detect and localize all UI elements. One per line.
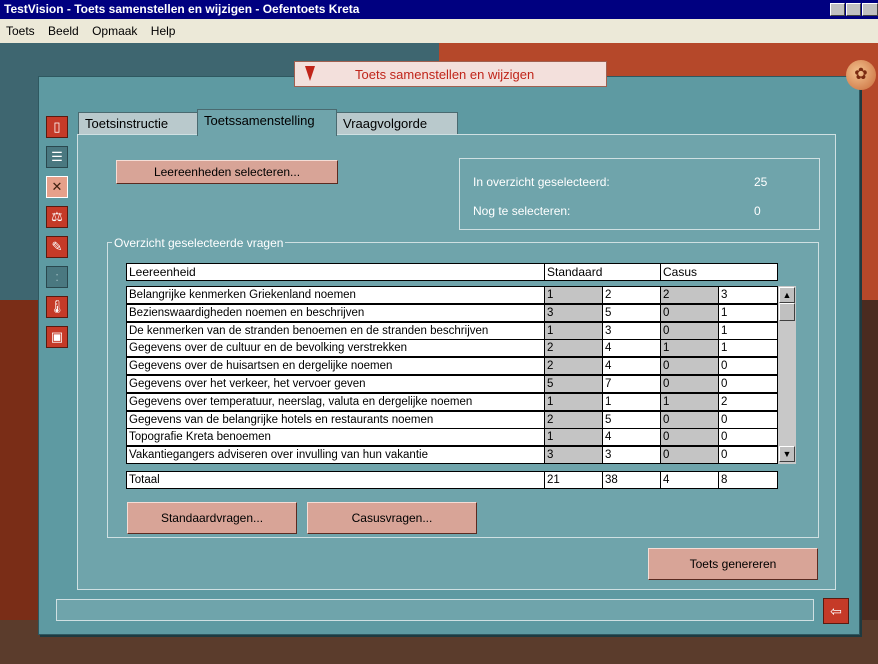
total-value: 21: [544, 471, 603, 489]
menu-beeld[interactable]: Beeld: [48, 24, 79, 38]
document-icon[interactable]: ▯: [46, 116, 68, 138]
row-count[interactable]: 3: [602, 446, 661, 465]
case-questions-button[interactable]: Casusvragen...: [307, 502, 477, 534]
menu-help[interactable]: Help: [151, 24, 176, 38]
row-count[interactable]: 3: [544, 303, 603, 322]
row-count[interactable]: 1: [718, 339, 778, 358]
banner: Toets samenstellen en wijzigen: [294, 61, 607, 87]
row-count[interactable]: 0: [718, 357, 778, 376]
header-casus: Casus: [660, 263, 778, 281]
row-leereenheid: Gegevens van de belangrijke hotels en re…: [126, 410, 545, 429]
row-count[interactable]: 2: [544, 357, 603, 376]
row-leereenheid: Belangrijke kenmerken Griekenland noemen: [126, 286, 545, 304]
row-count[interactable]: 1: [660, 339, 719, 358]
minimize-button[interactable]: [830, 3, 845, 16]
row-leereenheid: De kenmerken van de stranden benoemen en…: [126, 321, 545, 340]
scroll-up-icon[interactable]: ▲: [779, 287, 795, 303]
row-count[interactable]: 0: [660, 375, 719, 393]
total-value: 4: [660, 471, 719, 489]
row-count[interactable]: 3: [544, 446, 603, 465]
row-count[interactable]: 2: [544, 339, 603, 358]
row-leereenheid: Gegevens over de huisartsen en dergelijk…: [126, 357, 545, 376]
scale-icon[interactable]: ⚖: [46, 206, 68, 228]
row-count[interactable]: 0: [718, 428, 778, 447]
banner-title: Toets samenstellen en wijzigen: [355, 67, 535, 82]
row-count[interactable]: 0: [718, 375, 778, 393]
row-count[interactable]: 7: [602, 375, 661, 393]
row-count[interactable]: 2: [544, 410, 603, 429]
generate-test-button[interactable]: Toets genereren: [648, 548, 818, 580]
header-leereenheid: Leereenheid: [126, 263, 545, 281]
row-count[interactable]: 1: [544, 321, 603, 340]
row-count[interactable]: 5: [602, 410, 661, 429]
window-title: TestVision - Toets samenstellen en wijzi…: [4, 2, 360, 16]
row-count[interactable]: 1: [718, 303, 778, 322]
selection-info: In overzicht geselecteerd: 25 Nog te sel…: [459, 158, 820, 230]
row-leereenheid: Topografie Kreta benoemen: [126, 428, 545, 447]
overview-legend: Overzicht geselecteerde vragen: [112, 236, 286, 250]
row-leereenheid: Vakantiegangers adviseren over invulling…: [126, 446, 545, 465]
row-count[interactable]: 4: [602, 357, 661, 376]
header-standaard: Standaard: [544, 263, 661, 281]
row-count[interactable]: 0: [660, 410, 719, 429]
exit-icon[interactable]: ⇦: [823, 598, 849, 624]
row-count[interactable]: 2: [602, 286, 661, 304]
row-leereenheid: Gegevens over temperatuur, neerslag, val…: [126, 392, 545, 411]
menu-opmaak[interactable]: Opmaak: [92, 24, 137, 38]
maximize-button[interactable]: [846, 3, 861, 16]
close-button[interactable]: [862, 3, 878, 16]
row-count[interactable]: 2: [718, 392, 778, 411]
selected-value: 25: [754, 175, 768, 189]
row-leereenheid: Gegevens over het verkeer, het vervoer g…: [126, 375, 545, 393]
row-count[interactable]: 0: [718, 446, 778, 465]
row-count[interactable]: 5: [544, 375, 603, 393]
arrow-down-icon: [305, 66, 315, 81]
row-count[interactable]: 0: [660, 357, 719, 376]
logo-icon: ✿: [846, 60, 876, 90]
row-leereenheid: Gegevens over de cultuur en de bevolking…: [126, 339, 545, 358]
row-count[interactable]: 1: [544, 428, 603, 447]
row-count[interactable]: 2: [660, 286, 719, 304]
row-count[interactable]: 0: [660, 321, 719, 340]
tab-toetsinstructie[interactable]: Toetsinstructie: [78, 112, 198, 134]
row-count[interactable]: 0: [660, 428, 719, 447]
row-count[interactable]: 3: [718, 286, 778, 304]
standard-questions-button[interactable]: Standaardvragen...: [127, 502, 297, 534]
total-value: 8: [718, 471, 778, 489]
row-count[interactable]: 0: [660, 303, 719, 322]
edit-icon[interactable]: ✎: [46, 236, 68, 258]
remaining-value: 0: [754, 204, 761, 218]
thermometer-icon[interactable]: 🌡: [46, 296, 68, 318]
status-bar: [56, 599, 814, 621]
info-icon[interactable]: :: [46, 266, 68, 288]
scroll-thumb[interactable]: [779, 303, 795, 321]
total-label: Totaal: [126, 471, 545, 489]
row-count[interactable]: 1: [544, 286, 603, 304]
row-count[interactable]: 1: [602, 392, 661, 411]
row-count[interactable]: 1: [718, 321, 778, 340]
selected-label: In overzicht geselecteerd:: [473, 175, 610, 189]
row-count[interactable]: 4: [602, 339, 661, 358]
tab-vraagvolgorde[interactable]: Vraagvolgorde: [336, 112, 458, 134]
remaining-label: Nog te selecteren:: [473, 204, 571, 218]
row-count[interactable]: 0: [718, 410, 778, 429]
row-count[interactable]: 1: [660, 392, 719, 411]
scroll-down-icon[interactable]: ▼: [779, 446, 795, 462]
total-value: 38: [602, 471, 661, 489]
tools-icon[interactable]: ✕: [46, 176, 68, 198]
row-count[interactable]: 4: [602, 428, 661, 447]
menu-bar: Toets Beeld Opmaak Help: [0, 19, 878, 43]
menu-toets[interactable]: Toets: [6, 24, 35, 38]
list-icon[interactable]: ☰: [46, 146, 68, 168]
save-icon[interactable]: ▣: [46, 326, 68, 348]
row-count[interactable]: 5: [602, 303, 661, 322]
row-leereenheid: Bezienswaardigheden noemen en beschrijve…: [126, 303, 545, 322]
tab-toetssamenstelling[interactable]: Toetssamenstelling: [197, 109, 337, 136]
row-count[interactable]: 0: [660, 446, 719, 465]
select-units-button[interactable]: Leereenheden selecteren...: [116, 160, 338, 184]
title-bar: TestVision - Toets samenstellen en wijzi…: [0, 0, 878, 19]
row-count[interactable]: 1: [544, 392, 603, 411]
row-count[interactable]: 3: [602, 321, 661, 340]
